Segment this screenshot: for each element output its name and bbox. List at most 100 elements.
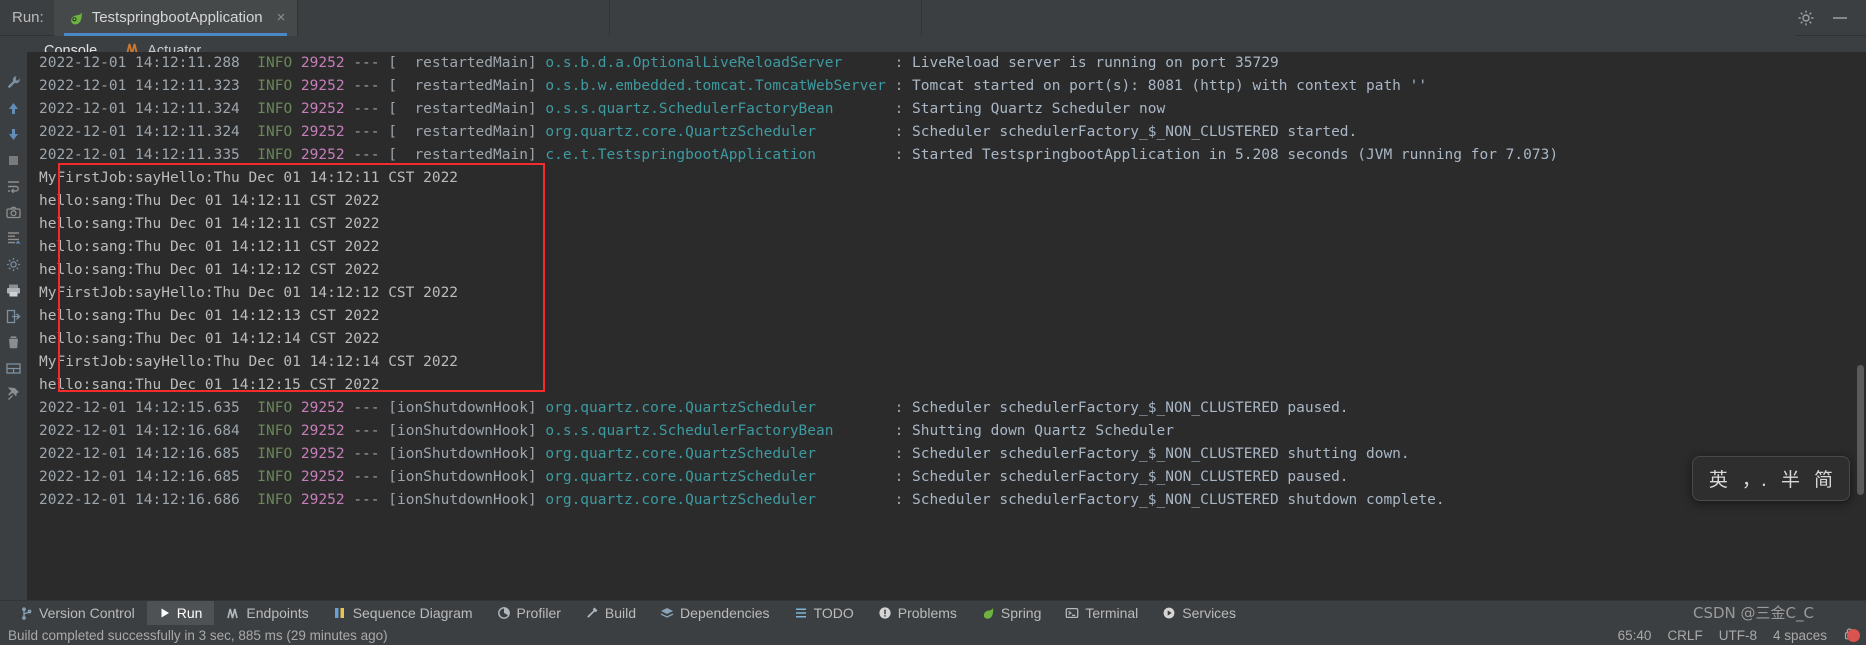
runbar-slot-1 [298,0,611,36]
log-message: Scheduler schedulerFactory_$_NON_CLUSTER… [912,469,1349,485]
exit-icon[interactable] [1,303,27,329]
tool-window-tab-endpoints[interactable]: Endpoints [214,601,320,626]
arrow-up-icon[interactable] [1,95,27,121]
log-colon: : [894,124,913,140]
log-timestamp: 2022-12-01 14:12:11.323 [39,78,240,94]
run-tab-title: TestspringbootApplication [91,9,263,26]
run-configuration-tab[interactable]: TestspringbootApplication × [53,0,299,36]
log-logger: o.s.s.quartz.SchedulerFactoryBean [545,423,834,439]
log-separator: --- [353,55,380,71]
scroll-end-icon[interactable] [1,225,27,251]
layout-icon[interactable] [1,355,27,381]
console-plain-line: hello:sang:Thu Dec 01 14:12:14 CST 2022 [27,328,1866,351]
log-level: INFO [257,469,293,485]
log-timestamp: 2022-12-01 14:12:16.685 [39,446,240,462]
console-log-line: 2022-12-01 14:12:11.288 INFO 29252 --- [… [27,52,1866,75]
log-thread: [ restartedMain] [388,101,537,117]
trash-icon[interactable] [1,329,27,355]
notification-dot[interactable] [1847,629,1860,642]
log-pid: 29252 [300,469,345,485]
runbar-actions [1796,8,1866,28]
tool-window-tab-build[interactable]: Build [573,601,648,626]
log-timestamp: 2022-12-01 14:12:11.324 [39,101,240,117]
console-plain-line: MyFirstJob:sayHello:Thu Dec 01 14:12:14 … [27,351,1866,374]
camera-icon[interactable] [1,199,27,225]
line-separator[interactable]: CRLF [1667,628,1702,643]
console-scrollbar[interactable] [1855,65,1866,606]
gear-icon[interactable] [1796,8,1816,28]
log-pid: 29252 [300,423,345,439]
file-encoding[interactable]: UTF-8 [1719,628,1757,643]
tool-window-tab-terminal[interactable]: Terminal [1053,601,1150,626]
log-thread: [ restartedMain] [388,147,537,163]
log-level: INFO [257,124,293,140]
tool-window-tab-label: Terminal [1085,605,1139,621]
tool-window-tab-version-control[interactable]: Version Control [8,601,147,626]
minimize-icon[interactable] [1830,8,1850,28]
log-level: INFO [257,492,293,508]
console-line-text: hello:sang:Thu Dec 01 14:12:12 CST 2022 [39,262,380,278]
ime-item[interactable]: 半 [1781,465,1800,492]
tool-window-tab-label: Spring [1000,605,1042,621]
log-separator: --- [353,147,380,163]
ime-item[interactable]: 英 [1709,465,1728,492]
log-pid: 29252 [300,446,345,462]
ime-status-popup[interactable]: 英 ，. 半简 [1691,456,1850,501]
log-level: INFO [257,101,293,117]
log-separator: --- [353,78,380,94]
tool-window-tab-label: Build [604,605,637,621]
log-colon: : [894,400,913,416]
wrench-icon[interactable] [1,69,27,95]
layers-icon [660,606,674,620]
tool-window-tab-run[interactable]: Run [146,600,215,626]
branch-icon [20,606,33,620]
tool-window-tab-label: Version Control [39,605,135,621]
log-timestamp: 2022-12-01 14:12:15.635 [39,400,240,416]
status-bar: Build completed successfully in 3 sec, 8… [0,625,1866,645]
console-scrollbar-thumb[interactable] [1857,365,1864,495]
tool-window-tab-problems[interactable]: Problems [866,601,969,626]
ime-item[interactable]: ，. [1742,465,1767,492]
indent-setting[interactable]: 4 spaces [1773,628,1827,643]
console-line-text: hello:sang:Thu Dec 01 14:12:14 CST 2022 [39,331,380,347]
warning-icon [878,606,892,620]
log-separator: --- [353,423,380,439]
printer-icon[interactable] [1,277,27,303]
log-level: INFO [257,446,293,462]
tool-window-tab-spring[interactable]: Spring [969,601,1053,626]
console-line-text: hello:sang:Thu Dec 01 14:12:11 CST 2022 [39,239,380,255]
spring-leaf-icon [981,606,995,620]
ime-item[interactable]: 简 [1814,465,1833,492]
log-colon: : [894,423,913,439]
log-thread: [ionShutdownHook] [388,469,537,485]
log-message: Scheduler schedulerFactory_$_NON_CLUSTER… [912,124,1358,140]
hammer-icon [585,606,599,620]
log-timestamp: 2022-12-01 14:12:16.684 [39,423,240,439]
caret-position[interactable]: 65:40 [1618,628,1652,643]
tool-window-tab-dependencies[interactable]: Dependencies [648,601,782,626]
console-line-text: MyFirstJob:sayHello:Thu Dec 01 14:12:11 … [39,170,459,186]
console-plain-line: hello:sang:Thu Dec 01 14:12:11 CST 2022 [27,190,1866,213]
console-output[interactable]: 2022-12-01 14:12:11.288 INFO 29252 --- [… [27,52,1866,606]
tool-window-tab-profiler[interactable]: Profiler [485,601,573,626]
console-line-text: hello:sang:Thu Dec 01 14:12:13 CST 2022 [39,308,380,324]
console-plain-line: hello:sang:Thu Dec 01 14:12:11 CST 2022 [27,213,1866,236]
tool-window-tab-label: Run [176,605,203,621]
console-plain-line: MyFirstJob:sayHello:Thu Dec 01 14:12:11 … [27,167,1866,190]
status-bar-right: 65:40 CRLF UTF-8 4 spaces [1618,627,1856,643]
tool-window-tab-todo[interactable]: TODO [782,601,866,626]
gear-icon[interactable] [1,251,27,277]
log-thread: [ionShutdownHook] [388,423,537,439]
pin-icon[interactable] [1,381,27,407]
log-message: Started TestspringbootApplication in 5.2… [912,147,1559,163]
close-icon[interactable]: × [277,9,286,26]
log-timestamp: 2022-12-01 14:12:11.324 [39,124,240,140]
tool-window-tab-label: Endpoints [246,605,309,621]
log-pid: 29252 [300,78,345,94]
log-message: Shutting down Quartz Scheduler [912,423,1174,439]
stop-icon[interactable] [1,147,27,173]
tool-window-tab-services[interactable]: Services [1150,601,1248,626]
wrap-icon[interactable] [1,173,27,199]
tool-window-tab-sequence-diagram[interactable]: Sequence Diagram [321,601,485,626]
arrow-down-icon[interactable] [1,121,27,147]
